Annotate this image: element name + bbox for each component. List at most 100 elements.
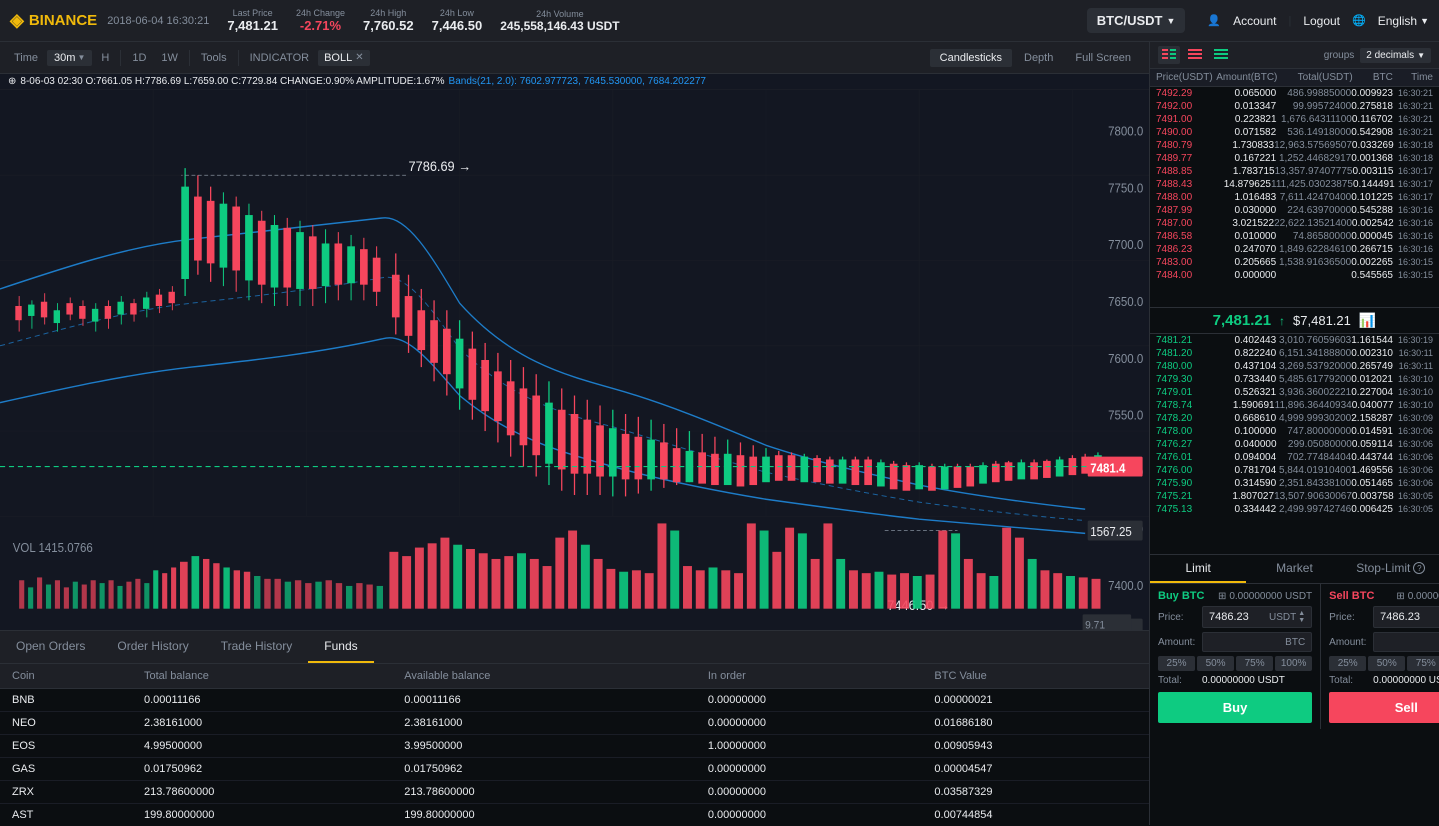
interval-value: 30m xyxy=(54,52,75,64)
coin-cell: BNB xyxy=(0,689,132,712)
ob-ask-row[interactable]: 7486.58 0.010000 74.86580000 0.000045 16… xyxy=(1150,230,1439,243)
ob-view-bid[interactable] xyxy=(1210,46,1232,64)
ob-ask-row[interactable]: 7487.00 3.021522 22,622.13521400 0.00254… xyxy=(1150,217,1439,230)
ob-ask-row[interactable]: 7484.00 0.000000 0.545565 16:30:15 xyxy=(1150,269,1439,282)
buy-amount-input[interactable] xyxy=(1209,636,1285,648)
sell-pct-btn[interactable]: 50% xyxy=(1368,656,1405,671)
ob-bid-row[interactable]: 7479.01 0.526321 3,936.36002221 0.227004… xyxy=(1150,386,1439,399)
sell-pct-btn[interactable]: 25% xyxy=(1329,656,1366,671)
buy-price-down-arrow[interactable]: ▼ xyxy=(1298,617,1305,624)
stat-high: 24h High 7,760.52 xyxy=(363,8,414,33)
bottom-content[interactable]: Coin Total balance Available balance In … xyxy=(0,664,1149,826)
ob-ask-row[interactable]: 7480.79 1.730833 12,963.57569507 0.03326… xyxy=(1150,139,1439,152)
bid-total: 3,936.36002221 xyxy=(1276,387,1351,398)
boll-tag[interactable]: BOLL ✕ xyxy=(318,50,370,66)
ob-bid-row[interactable]: 7475.13 0.334442 2,499.99742746 0.006425… xyxy=(1150,503,1439,516)
sell-price-input-wrap[interactable]: USDT ▲ ▼ xyxy=(1373,606,1439,628)
buy-pct-btn[interactable]: 50% xyxy=(1197,656,1234,671)
ob-ask-row[interactable]: 7492.29 0.065000 486.99885000 0.009923 1… xyxy=(1150,87,1439,100)
ob-ask-row[interactable]: 7488.85 1.783715 13,357.97407775 0.00311… xyxy=(1150,165,1439,178)
w1-btn[interactable]: 1W xyxy=(155,50,184,66)
account-link[interactable]: Account xyxy=(1233,14,1276,28)
ob-decimals-btn[interactable]: 2 decimals ▼ xyxy=(1360,48,1431,63)
tab-funds[interactable]: Funds xyxy=(308,631,373,663)
tab-trade-history[interactable]: Trade History xyxy=(205,631,309,663)
ob-ask-row[interactable]: 7489.77 0.167221 1,252.44682917 0.001368… xyxy=(1150,152,1439,165)
sell-pct-btn[interactable]: 75% xyxy=(1407,656,1439,671)
ob-col-total: Total(USDT) xyxy=(1277,72,1352,83)
logo[interactable]: ◈ BINANCE xyxy=(10,10,97,31)
buy-price-input-wrap[interactable]: USDT ▲ ▼ xyxy=(1202,606,1312,628)
right-panel: groups 2 decimals ▼ Price(USDT) Amount(B… xyxy=(1149,42,1439,825)
sell-amount-input[interactable] xyxy=(1380,636,1439,648)
ob-view-all[interactable] xyxy=(1158,46,1180,64)
indicator-btn[interactable]: INDICATOR xyxy=(244,50,316,66)
sell-copy-icon[interactable]: ⊞ xyxy=(1396,591,1404,602)
ob-ask-row[interactable]: 7483.00 0.205665 1,538.91636500 0.002265… xyxy=(1150,256,1439,269)
ob-ask-row[interactable]: 7488.43 14.879625 111,425.03023875 0.144… xyxy=(1150,178,1439,191)
ob-bid-row[interactable]: 7481.20 0.822240 6,151.34188800 0.002310… xyxy=(1150,347,1439,360)
buy-btn[interactable]: Buy xyxy=(1158,692,1312,723)
bid-btc: 0.002310 xyxy=(1351,348,1393,359)
ob-bid-row[interactable]: 7476.01 0.094004 702.77484404 0.443744 1… xyxy=(1150,451,1439,464)
inorder-cell: 0.00000000 xyxy=(696,689,923,712)
tab-limit[interactable]: Limit xyxy=(1150,555,1246,583)
ob-ask-row[interactable]: 7491.00 0.223821 1,676.64311100 0.116702… xyxy=(1150,113,1439,126)
ask-total: 224.63970000 xyxy=(1276,205,1351,216)
sell-price-input[interactable] xyxy=(1380,611,1439,623)
bid-price: 7478.20 xyxy=(1156,413,1216,424)
buy-pct-btn[interactable]: 100% xyxy=(1275,656,1312,671)
ask-total: 486.99885000 xyxy=(1276,88,1351,99)
time-btn[interactable]: Time xyxy=(8,50,44,66)
candlesticks-btn[interactable]: Candlesticks xyxy=(930,49,1012,67)
buy-total-label: Total: xyxy=(1158,675,1198,686)
ob-ask-row[interactable]: 7490.00 0.071582 536.14918000 0.542908 1… xyxy=(1150,126,1439,139)
ob-bid-row[interactable]: 7475.21 1.807027 13,507.90630067 0.00375… xyxy=(1150,490,1439,503)
ob-bid-row[interactable]: 7476.27 0.040000 299.05080000 0.059114 1… xyxy=(1150,438,1439,451)
ob-view-ask[interactable] xyxy=(1184,46,1206,64)
pair-selector[interactable]: BTC/USDT ▼ xyxy=(1087,8,1186,33)
boll-label: BOLL xyxy=(324,52,352,64)
ob-ask-row[interactable]: 7486.23 0.247070 1,849.62284610 0.266715… xyxy=(1150,243,1439,256)
buy-pct-btn[interactable]: 25% xyxy=(1158,656,1195,671)
sell-btn[interactable]: Sell xyxy=(1329,692,1439,723)
buy-amount-input-wrap[interactable]: BTC xyxy=(1202,632,1312,652)
copy-icon[interactable]: ⊞ xyxy=(1218,591,1226,602)
ask-amount: 0.000000 xyxy=(1216,270,1276,281)
buy-price-input[interactable] xyxy=(1209,611,1269,623)
tab-order-history[interactable]: Order History xyxy=(101,631,204,663)
ob-bid-row[interactable]: 7481.21 0.402443 3,010.76059603 1.161544… xyxy=(1150,334,1439,347)
logo-icon: ◈ xyxy=(10,10,24,31)
ask-total: 22,622.13521400 xyxy=(1274,218,1352,229)
depth-btn[interactable]: Depth xyxy=(1014,49,1063,67)
buy-pct-btn[interactable]: 75% xyxy=(1236,656,1273,671)
table-row: AST 199.80000000 199.80000000 0.00000000… xyxy=(0,804,1149,826)
tools-btn[interactable]: Tools xyxy=(195,50,233,66)
ob-bid-row[interactable]: 7479.30 0.733440 5,485.61779200 0.012021… xyxy=(1150,373,1439,386)
logout-link[interactable]: Logout xyxy=(1303,14,1340,28)
tab-market[interactable]: Market xyxy=(1246,555,1342,583)
funds-col-total: Total balance xyxy=(132,664,392,689)
ob-bid-row[interactable]: 7480.00 0.437104 3,269.53792000 0.265749… xyxy=(1150,360,1439,373)
tab-stop-limit[interactable]: Stop-Limit ? xyxy=(1343,555,1439,583)
ob-bid-row[interactable]: 7475.90 0.314590 2,351.84338100 0.051465… xyxy=(1150,477,1439,490)
ob-bid-row[interactable]: 7478.74 1.590691 11,896.36440934 0.04007… xyxy=(1150,399,1439,412)
d1-btn[interactable]: 1D xyxy=(126,50,152,66)
lang-selector[interactable]: English ▼ xyxy=(1378,14,1429,28)
ob-bid-row[interactable]: 7476.00 0.781704 5,844.01910400 1.469556… xyxy=(1150,464,1439,477)
h-btn[interactable]: H xyxy=(95,50,115,66)
tab-open-orders[interactable]: Open Orders xyxy=(0,631,101,663)
fullscreen-btn[interactable]: Full Screen xyxy=(1065,49,1141,67)
ask-btc: 0.144491 xyxy=(1353,179,1395,190)
ob-ask-row[interactable]: 7487.99 0.030000 224.63970000 0.545288 1… xyxy=(1150,204,1439,217)
ob-ask-row[interactable]: 7492.00 0.013347 99.99572400 0.275818 16… xyxy=(1150,100,1439,113)
boll-close-icon[interactable]: ✕ xyxy=(355,52,363,63)
ob-bid-row[interactable]: 7478.00 0.100000 747.80000000 0.014591 1… xyxy=(1150,425,1439,438)
chart-canvas[interactable]: 7800.0 7750.0 7700.0 7650.0 7600.0 7550.… xyxy=(0,90,1149,630)
ob-ask-row[interactable]: 7488.00 1.016483 7,611.42470400 0.101225… xyxy=(1150,191,1439,204)
buy-price-up-arrow[interactable]: ▲ xyxy=(1298,610,1305,617)
sell-amount-input-wrap[interactable]: BTC xyxy=(1373,632,1439,652)
ob-bid-row[interactable]: 7478.20 0.668610 4,999.99930200 2.158287… xyxy=(1150,412,1439,425)
interval-btn[interactable]: 30m ▼ xyxy=(47,50,92,66)
sell-price-label: Price: xyxy=(1329,612,1369,623)
